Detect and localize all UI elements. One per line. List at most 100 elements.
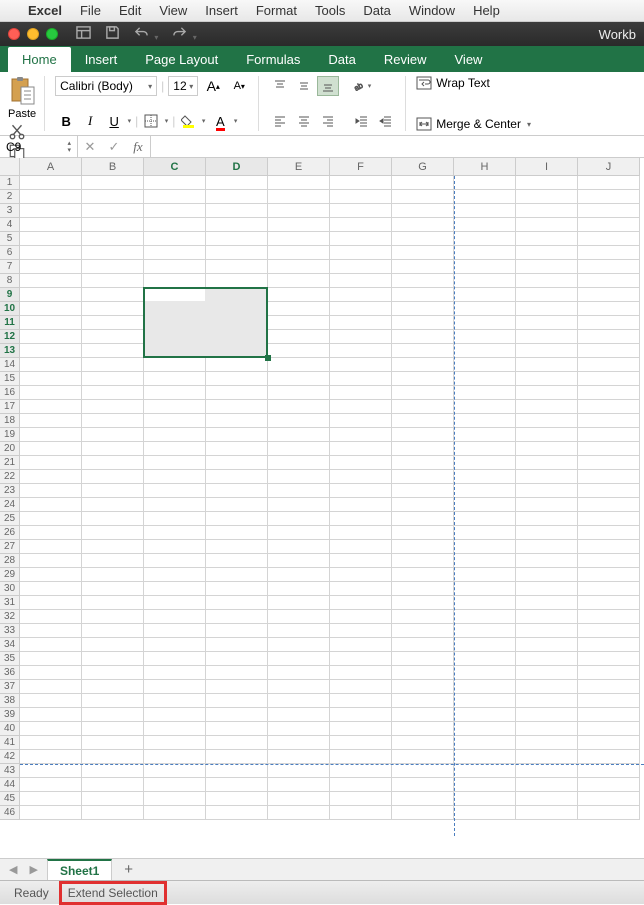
row-header-18[interactable]: 18 bbox=[0, 414, 20, 428]
col-header-I[interactable]: I bbox=[516, 158, 578, 176]
row-header-35[interactable]: 35 bbox=[0, 652, 20, 666]
row-header-10[interactable]: 10 bbox=[0, 302, 20, 316]
row-header-26[interactable]: 26 bbox=[0, 526, 20, 540]
spreadsheet-grid[interactable]: ABCDEFGHIJ 12345678910111213141516171819… bbox=[0, 158, 644, 838]
paste-icon[interactable] bbox=[8, 76, 36, 106]
row-header-25[interactable]: 25 bbox=[0, 512, 20, 526]
tab-page-layout[interactable]: Page Layout bbox=[131, 47, 232, 72]
row-header-20[interactable]: 20 bbox=[0, 442, 20, 456]
row-header-12[interactable]: 12 bbox=[0, 330, 20, 344]
sheet-nav-next-icon[interactable]: ▶ bbox=[26, 863, 40, 876]
increase-indent-button[interactable] bbox=[375, 111, 397, 131]
row-header-33[interactable]: 33 bbox=[0, 624, 20, 638]
row-header-43[interactable]: 43 bbox=[0, 764, 20, 778]
borders-button[interactable] bbox=[140, 111, 170, 131]
row-header-41[interactable]: 41 bbox=[0, 736, 20, 750]
row-header-13[interactable]: 13 bbox=[0, 344, 20, 358]
sheet-nav-prev-icon[interactable]: ◀ bbox=[6, 863, 20, 876]
zoom-window-button[interactable] bbox=[46, 28, 58, 40]
fill-color-button[interactable] bbox=[177, 111, 207, 131]
enter-formula-icon[interactable]: ✓ bbox=[102, 139, 126, 155]
col-header-F[interactable]: F bbox=[330, 158, 392, 176]
row-header-9[interactable]: 9 bbox=[0, 288, 20, 302]
row-header-22[interactable]: 22 bbox=[0, 470, 20, 484]
grow-font-button[interactable]: A▴ bbox=[202, 76, 224, 96]
italic-button[interactable]: I bbox=[79, 111, 101, 131]
paste-label[interactable]: Paste bbox=[8, 108, 36, 120]
row-header-6[interactable]: 6 bbox=[0, 246, 20, 260]
col-header-H[interactable]: H bbox=[454, 158, 516, 176]
undo-icon[interactable]: ▾ bbox=[134, 25, 158, 43]
app-name[interactable]: Excel bbox=[28, 3, 62, 18]
add-sheet-button[interactable]: + bbox=[118, 861, 139, 878]
row-header-39[interactable]: 39 bbox=[0, 708, 20, 722]
col-header-B[interactable]: B bbox=[82, 158, 144, 176]
col-header-G[interactable]: G bbox=[392, 158, 454, 176]
align-right-button[interactable] bbox=[317, 111, 339, 131]
menu-help[interactable]: Help bbox=[473, 3, 500, 18]
col-header-C[interactable]: C bbox=[144, 158, 206, 176]
row-header-4[interactable]: 4 bbox=[0, 218, 20, 232]
view-options-icon[interactable] bbox=[76, 25, 91, 43]
row-header-7[interactable]: 7 bbox=[0, 260, 20, 274]
row-header-34[interactable]: 34 bbox=[0, 638, 20, 652]
row-header-38[interactable]: 38 bbox=[0, 694, 20, 708]
tab-insert[interactable]: Insert bbox=[71, 47, 132, 72]
underline-button[interactable]: U bbox=[103, 111, 133, 131]
sheet-tab[interactable]: Sheet1 bbox=[47, 859, 112, 881]
formula-input[interactable] bbox=[150, 136, 644, 157]
row-header-3[interactable]: 3 bbox=[0, 204, 20, 218]
row-header-40[interactable]: 40 bbox=[0, 722, 20, 736]
row-header-30[interactable]: 30 bbox=[0, 582, 20, 596]
row-header-11[interactable]: 11 bbox=[0, 316, 20, 330]
wrap-text-button[interactable]: Wrap Text bbox=[416, 76, 531, 90]
menu-tools[interactable]: Tools bbox=[315, 3, 345, 18]
row-header-42[interactable]: 42 bbox=[0, 750, 20, 764]
align-bottom-button[interactable] bbox=[317, 76, 339, 96]
tab-review[interactable]: Review bbox=[370, 47, 441, 72]
row-header-31[interactable]: 31 bbox=[0, 596, 20, 610]
row-header-29[interactable]: 29 bbox=[0, 568, 20, 582]
tab-home[interactable]: Home bbox=[8, 47, 71, 72]
font-size-select[interactable]: 12▾ bbox=[168, 76, 198, 96]
align-center-button[interactable] bbox=[293, 111, 315, 131]
row-header-17[interactable]: 17 bbox=[0, 400, 20, 414]
row-header-21[interactable]: 21 bbox=[0, 456, 20, 470]
redo-icon[interactable]: ▾ bbox=[172, 25, 196, 43]
tab-data[interactable]: Data bbox=[314, 47, 369, 72]
font-color-button[interactable]: A bbox=[209, 111, 239, 131]
row-header-16[interactable]: 16 bbox=[0, 386, 20, 400]
menu-data[interactable]: Data bbox=[363, 3, 390, 18]
cancel-formula-icon[interactable]: ✕ bbox=[78, 139, 102, 155]
merge-center-button[interactable]: Merge & Center ▾ bbox=[416, 117, 531, 131]
col-header-J[interactable]: J bbox=[578, 158, 640, 176]
menu-format[interactable]: Format bbox=[256, 3, 297, 18]
tab-formulas[interactable]: Formulas bbox=[232, 47, 314, 72]
row-header-36[interactable]: 36 bbox=[0, 666, 20, 680]
row-header-37[interactable]: 37 bbox=[0, 680, 20, 694]
row-header-32[interactable]: 32 bbox=[0, 610, 20, 624]
save-icon[interactable] bbox=[105, 25, 120, 43]
menu-window[interactable]: Window bbox=[409, 3, 455, 18]
font-name-select[interactable]: Calibri (Body)▾ bbox=[55, 76, 157, 96]
col-header-D[interactable]: D bbox=[206, 158, 268, 176]
bold-button[interactable]: B bbox=[55, 111, 77, 131]
row-header-19[interactable]: 19 bbox=[0, 428, 20, 442]
select-all-corner[interactable] bbox=[0, 158, 20, 176]
menu-insert[interactable]: Insert bbox=[205, 3, 238, 18]
row-header-45[interactable]: 45 bbox=[0, 792, 20, 806]
minimize-window-button[interactable] bbox=[27, 28, 39, 40]
row-header-23[interactable]: 23 bbox=[0, 484, 20, 498]
row-header-44[interactable]: 44 bbox=[0, 778, 20, 792]
col-header-A[interactable]: A bbox=[20, 158, 82, 176]
row-header-28[interactable]: 28 bbox=[0, 554, 20, 568]
menu-view[interactable]: View bbox=[159, 3, 187, 18]
tab-view[interactable]: View bbox=[441, 47, 497, 72]
row-header-2[interactable]: 2 bbox=[0, 190, 20, 204]
menu-edit[interactable]: Edit bbox=[119, 3, 141, 18]
row-header-14[interactable]: 14 bbox=[0, 358, 20, 372]
menu-file[interactable]: File bbox=[80, 3, 101, 18]
row-header-8[interactable]: 8 bbox=[0, 274, 20, 288]
row-header-5[interactable]: 5 bbox=[0, 232, 20, 246]
row-header-27[interactable]: 27 bbox=[0, 540, 20, 554]
